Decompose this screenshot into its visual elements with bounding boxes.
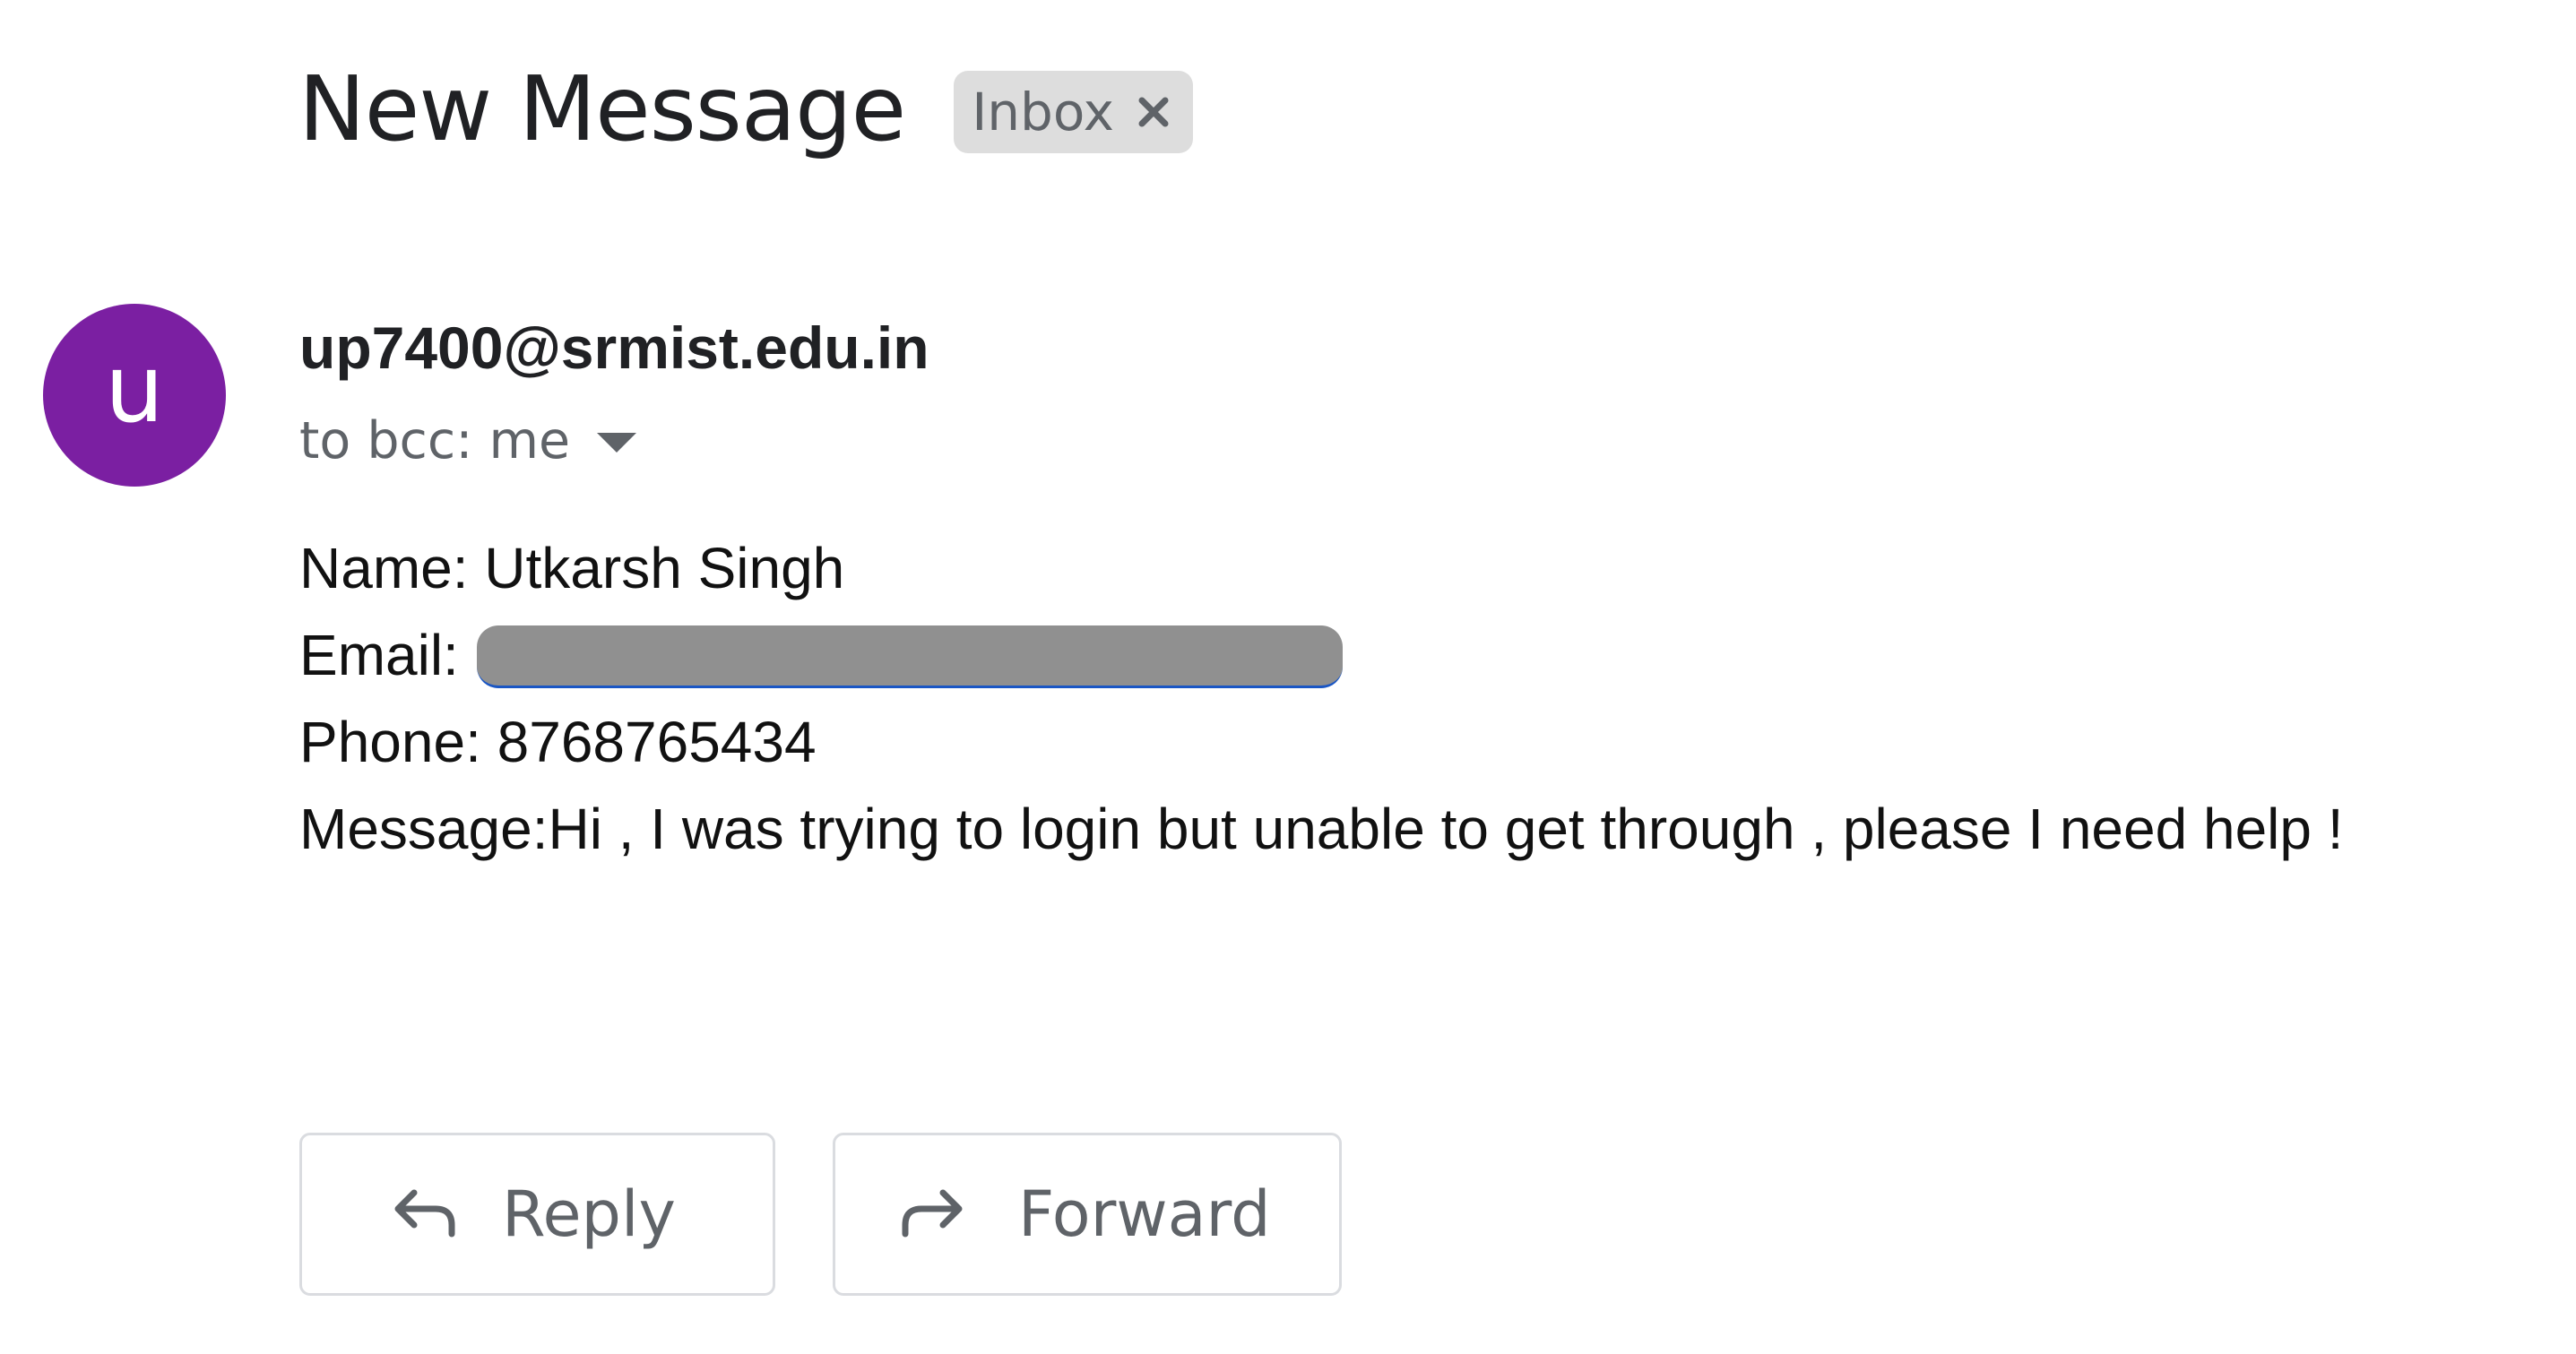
reply-icon xyxy=(389,1178,461,1250)
recipients-line: to bcc: me xyxy=(299,405,637,477)
inbox-label-chip[interactable]: Inbox xyxy=(954,71,1193,153)
forward-button[interactable]: Forward xyxy=(833,1133,1342,1296)
sender-avatar[interactable]: u xyxy=(43,304,226,487)
reply-button[interactable]: Reply xyxy=(299,1133,775,1296)
body-message-line: Message:Hi , I was trying to login but u… xyxy=(299,797,2344,861)
sender-address[interactable]: up7400@srmist.edu.in xyxy=(299,312,929,384)
body-phone-line: Phone: 8768765434 xyxy=(299,710,817,774)
body-email-label: Email: xyxy=(299,623,459,687)
message-body: Name: Utkarsh Singh Email: Phone: 876876… xyxy=(299,525,2344,873)
forward-icon xyxy=(896,1178,968,1250)
message-subject: New Message xyxy=(298,56,906,161)
chevron-down-icon[interactable] xyxy=(597,433,637,453)
redacted-email-link[interactable] xyxy=(476,625,1343,689)
body-name-line: Name: Utkarsh Singh xyxy=(299,536,845,600)
avatar-letter: u xyxy=(105,334,164,444)
close-icon[interactable] xyxy=(1134,92,1173,132)
message-header: New Message Inbox xyxy=(298,56,1193,163)
recipients-text: to bcc: me xyxy=(299,411,571,470)
reply-label: Reply xyxy=(502,1177,676,1251)
body-email-line: Email: xyxy=(299,612,2344,699)
forward-label: Forward xyxy=(1018,1177,1271,1251)
label-chip-text: Inbox xyxy=(972,82,1114,142)
